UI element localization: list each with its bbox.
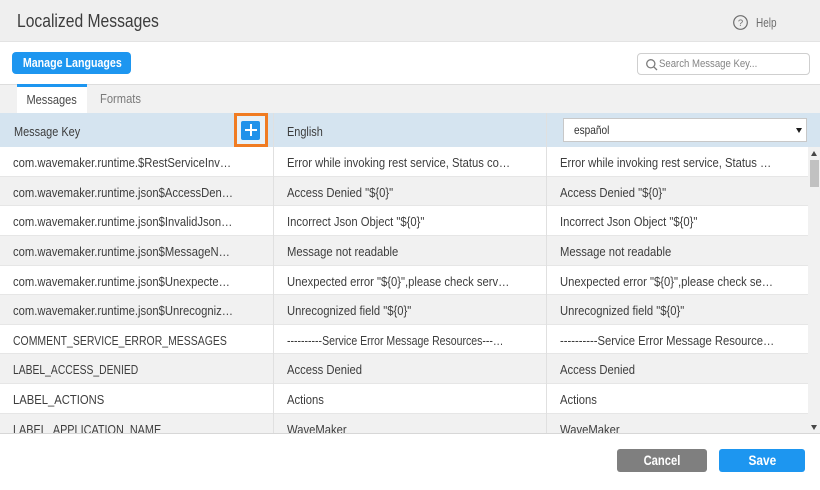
svg-text:?: ? [738,17,743,28]
